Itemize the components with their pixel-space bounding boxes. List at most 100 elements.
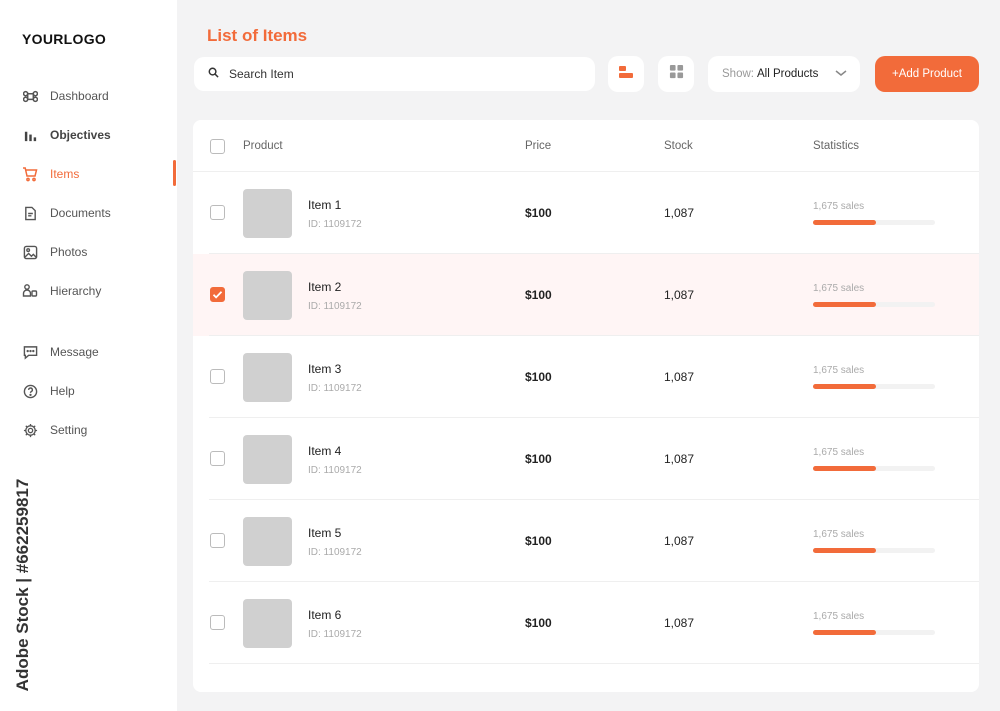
sidebar-item-label: Dashboard: [50, 89, 109, 103]
product-thumbnail: [243, 517, 292, 566]
sales-progress-fill: [813, 302, 877, 307]
product-stock: 1,087: [664, 370, 695, 384]
document-icon: [22, 205, 38, 221]
product-price: $100: [525, 288, 552, 302]
product-id: ID: 1109172: [308, 629, 362, 640]
sidebar-item-documents[interactable]: Documents: [22, 203, 111, 223]
sidebar: YOURLOGO Dashboard Objectives Items Docu…: [0, 0, 177, 711]
sidebar-item-label: Photos: [50, 245, 88, 259]
row-checkbox[interactable]: [210, 205, 225, 220]
page-title: List of Items: [207, 26, 308, 45]
search-bar[interactable]: [194, 57, 595, 91]
sales-progress-bar: [813, 302, 935, 307]
product-name[interactable]: Item 4: [308, 444, 341, 458]
table-row[interactable]: Item 6 ID: 1109172 $100 1,087 1,675 sales: [193, 582, 979, 664]
product-thumbnail: [243, 599, 292, 648]
sidebar-item-label: Objectives: [50, 128, 111, 142]
row-checkbox[interactable]: [210, 615, 225, 630]
sales-progress-bar: [813, 466, 935, 471]
table-row[interactable]: Item 5 ID: 1109172 $100 1,087 1,675 sales: [193, 500, 979, 582]
product-price: $100: [525, 206, 552, 220]
product-id: ID: 1109172: [308, 547, 362, 558]
sales-count: 1,675 sales: [813, 201, 865, 212]
show-label: Show:: [722, 68, 754, 80]
row-checkbox[interactable]: [210, 451, 225, 466]
column-header-product: Product: [243, 140, 283, 152]
product-name[interactable]: Item 1: [308, 198, 341, 212]
sales-progress-fill: [813, 384, 877, 389]
sidebar-item-objectives[interactable]: Objectives: [22, 125, 111, 145]
sidebar-item-label: Message: [50, 345, 99, 359]
search-icon: [208, 65, 219, 83]
row-checkbox[interactable]: [210, 287, 225, 302]
bar-chart-icon: [22, 127, 38, 143]
product-name[interactable]: Item 2: [308, 280, 341, 294]
sales-count: 1,675 sales: [813, 529, 865, 540]
sidebar-item-label: Items: [50, 167, 80, 181]
product-thumbnail: [243, 189, 292, 238]
sales-progress-fill: [813, 548, 877, 553]
product-stock: 1,087: [664, 206, 695, 220]
items-table: Product Price Stock Statistics Item 1 ID:…: [193, 120, 979, 692]
column-header-statistics: Statistics: [813, 140, 860, 152]
help-icon: [22, 383, 38, 399]
sales-progress-bar: [813, 630, 935, 635]
list-view-icon: [618, 64, 634, 85]
grid-view-button[interactable]: [658, 56, 694, 92]
logo: YOURLOGO: [22, 31, 107, 47]
table-row[interactable]: Item 4 ID: 1109172 $100 1,087 1,675 sales: [193, 418, 979, 500]
hierarchy-icon: [22, 283, 38, 299]
command-icon: [22, 88, 38, 104]
row-checkbox[interactable]: [210, 533, 225, 548]
active-indicator: [173, 160, 176, 186]
show-filter-select[interactable]: Show: All Products: [708, 56, 860, 92]
select-all-checkbox[interactable]: [210, 139, 225, 154]
sales-progress-fill: [813, 220, 877, 225]
sales-count: 1,675 sales: [813, 365, 865, 376]
sales-progress-bar: [813, 384, 935, 389]
sidebar-item-setting[interactable]: Setting: [22, 420, 87, 440]
product-price: $100: [525, 616, 552, 630]
sales-progress-bar: [813, 220, 935, 225]
table-row[interactable]: Item 3 ID: 1109172 $100 1,087 1,675 sales: [193, 336, 979, 418]
product-stock: 1,087: [664, 452, 695, 466]
column-header-price: Price: [525, 140, 552, 152]
photo-icon: [22, 244, 38, 260]
check-icon: [212, 291, 223, 299]
product-price: $100: [525, 534, 552, 548]
sidebar-item-items[interactable]: Items: [22, 164, 79, 184]
product-stock: 1,087: [664, 288, 695, 302]
product-name[interactable]: Item 5: [308, 526, 341, 540]
search-input[interactable]: [229, 67, 569, 81]
grid-view-icon: [669, 64, 684, 84]
product-name[interactable]: Item 6: [308, 608, 341, 622]
table-row[interactable]: Item 1 ID: 1109172 $100 1,087 1,675 sales: [193, 172, 979, 254]
product-thumbnail: [243, 435, 292, 484]
product-price: $100: [525, 452, 552, 466]
sidebar-item-message[interactable]: Message: [22, 342, 99, 362]
product-id: ID: 1109172: [308, 465, 362, 476]
row-checkbox[interactable]: [210, 369, 225, 384]
product-thumbnail: [243, 353, 292, 402]
table-row[interactable]: Item 2 ID: 1109172 $100 1,087 1,675 sales: [193, 254, 979, 336]
sales-progress-fill: [813, 466, 877, 471]
product-thumbnail: [243, 271, 292, 320]
gear-icon: [22, 422, 38, 438]
sales-progress-fill: [813, 630, 877, 635]
product-stock: 1,087: [664, 534, 695, 548]
chevron-down-icon: [835, 68, 847, 81]
show-value: All Products: [756, 68, 819, 80]
add-product-button[interactable]: +Add Product: [875, 56, 979, 92]
product-price: $100: [525, 370, 552, 384]
product-id: ID: 1109172: [308, 383, 362, 394]
message-icon: [22, 344, 38, 360]
sidebar-item-dashboard[interactable]: Dashboard: [22, 86, 109, 106]
sidebar-item-photos[interactable]: Photos: [22, 242, 87, 262]
sidebar-item-help[interactable]: Help: [22, 381, 75, 401]
sidebar-item-label: Help: [50, 384, 75, 398]
stock-watermark: Adobe Stock | #662259817: [10, 474, 36, 696]
list-view-button[interactable]: [608, 56, 644, 92]
product-name[interactable]: Item 3: [308, 362, 341, 376]
sidebar-item-hierarchy[interactable]: Hierarchy: [22, 281, 101, 301]
sales-count: 1,675 sales: [813, 447, 865, 458]
